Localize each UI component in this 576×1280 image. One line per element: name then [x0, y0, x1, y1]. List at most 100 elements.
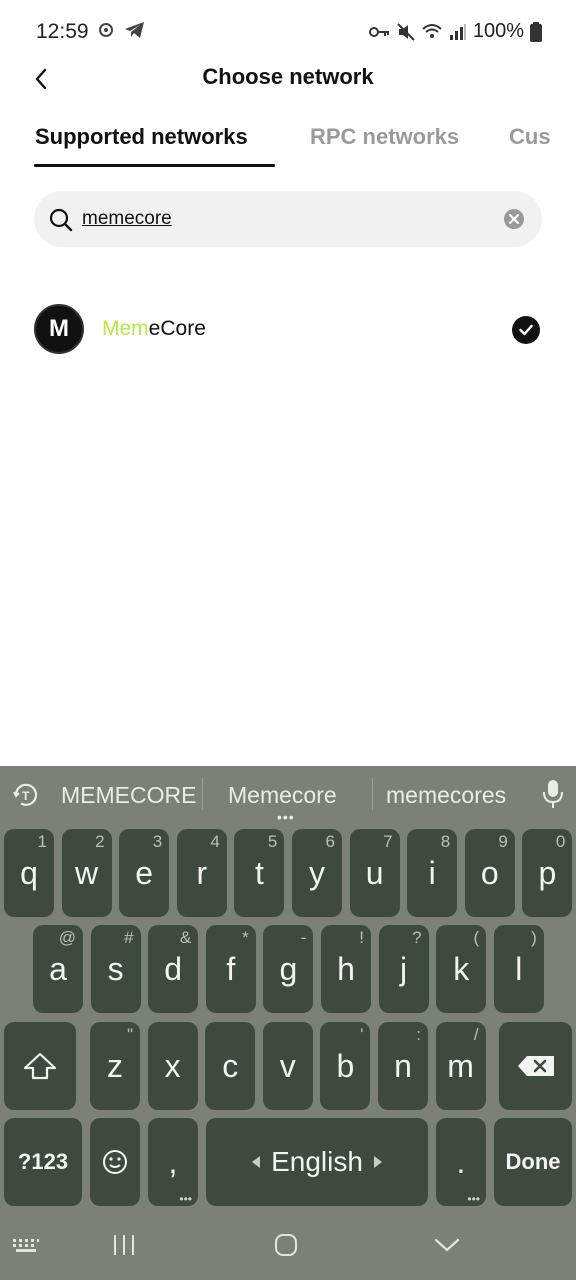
- key-x[interactable]: x: [147, 1022, 198, 1110]
- key-p[interactable]: p0: [522, 829, 573, 917]
- comma-key[interactable]: , •••: [148, 1118, 198, 1206]
- key-j[interactable]: j?: [378, 925, 429, 1013]
- key-hint: 1: [37, 832, 47, 851]
- battery-level: 100%: [472, 20, 524, 42]
- key-d[interactable]: d &: [148, 925, 199, 1013]
- key-label: y: [309, 854, 325, 891]
- suggestion-2[interactable]: Memecore: [228, 782, 337, 809]
- key-hint: 9: [498, 832, 508, 851]
- done-key[interactable]: Done: [494, 1118, 572, 1206]
- app-header: Choose network: [0, 56, 576, 102]
- key-n[interactable]: n:: [378, 1022, 428, 1110]
- key-h[interactable]: h!: [321, 925, 371, 1013]
- signal-icon: [449, 23, 467, 41]
- done-key-label: Done: [505, 1149, 561, 1174]
- key-c[interactable]: c: [205, 1022, 256, 1110]
- tab-custom-networks[interactable]: Cus: [509, 124, 551, 150]
- shift-icon: [23, 1052, 57, 1080]
- emoji-key[interactable]: [90, 1118, 140, 1206]
- recent-apps-button[interactable]: [112, 1234, 136, 1261]
- soft-keyboard: T MEMECORE Memecore memecores ••• ?123 ,…: [0, 766, 576, 1280]
- suggestion-1[interactable]: MEMECORE: [61, 782, 196, 809]
- clear-search-button[interactable]: [504, 209, 524, 229]
- key-label: e: [135, 854, 154, 891]
- tab-supported-networks[interactable]: Supported networks: [35, 124, 248, 150]
- key-hint: 5: [267, 832, 278, 851]
- key-z[interactable]: z ": [90, 1022, 140, 1110]
- vpn-key-icon: [368, 25, 391, 39]
- key-y[interactable]: y6: [292, 829, 342, 917]
- key-hint: &: [179, 928, 192, 947]
- symbols-key[interactable]: ?123: [4, 1118, 82, 1206]
- key-label: m: [447, 1047, 474, 1084]
- key-w[interactable]: w2: [61, 829, 112, 917]
- key-label: r: [196, 854, 208, 891]
- key-hint: ': [360, 1025, 364, 1044]
- key-label: s: [107, 950, 124, 987]
- key-u[interactable]: u7: [349, 829, 400, 917]
- key-q[interactable]: q1: [4, 829, 54, 917]
- shift-key[interactable]: [4, 1022, 76, 1110]
- key-hint: ": [126, 1025, 133, 1044]
- status-time: 12:59: [36, 20, 89, 43]
- backspace-key[interactable]: [499, 1022, 572, 1110]
- key-a[interactable]: a @: [33, 925, 83, 1013]
- key-k[interactable]: k(: [436, 925, 487, 1013]
- key-hint: 0: [555, 832, 566, 851]
- key-f[interactable]: f *: [205, 925, 256, 1013]
- tab-rpc-networks[interactable]: RPC networks: [310, 124, 459, 150]
- period-key[interactable]: . •••: [436, 1118, 486, 1206]
- key-l[interactable]: l): [493, 925, 544, 1013]
- keyboard-hide-icon[interactable]: [12, 1238, 40, 1259]
- search-icon: [48, 207, 74, 238]
- key-hint: @: [58, 928, 76, 947]
- more-chars-dots: •••: [179, 1192, 192, 1206]
- key-hint: (: [473, 928, 480, 947]
- key-m[interactable]: m /: [435, 1022, 486, 1110]
- key-i[interactable]: i8: [407, 829, 458, 917]
- key-hint: 2: [95, 832, 105, 851]
- key-label: h: [337, 950, 355, 987]
- suggestion-divider: [202, 778, 203, 810]
- chevron-down-icon[interactable]: [434, 1238, 460, 1257]
- key-label: f: [226, 950, 236, 987]
- key-s[interactable]: s #: [90, 925, 141, 1013]
- key-label: p: [538, 854, 557, 891]
- key-hint: /: [473, 1025, 479, 1044]
- telegram-icon: [124, 20, 146, 40]
- key-o[interactable]: o9: [464, 829, 515, 917]
- key-hint: *: [242, 928, 249, 947]
- network-name-rest: eCore: [148, 317, 206, 340]
- search-input[interactable]: [82, 205, 482, 233]
- key-label: k: [453, 950, 470, 987]
- network-list-item-memecore[interactable]: M MemeCore: [34, 304, 542, 356]
- suggestion-3[interactable]: memecores: [386, 782, 506, 809]
- space-key[interactable]: English: [206, 1118, 428, 1206]
- more-suggestions-icon[interactable]: •••: [277, 810, 295, 824]
- key-label: z: [107, 1047, 123, 1084]
- key-hint: 6: [325, 832, 335, 851]
- key-b[interactable]: b ': [320, 1022, 371, 1110]
- key-t[interactable]: t5: [234, 829, 285, 917]
- key-hint: ): [531, 928, 537, 947]
- key-g[interactable]: g-: [263, 925, 314, 1013]
- key-v[interactable]: v: [262, 1022, 313, 1110]
- key-e[interactable]: e3: [119, 829, 170, 917]
- period-key-label: .: [456, 1143, 466, 1180]
- home-button[interactable]: [274, 1233, 298, 1262]
- suggestion-strip: T MEMECORE Memecore memecores •••: [0, 766, 576, 824]
- key-label: t: [254, 854, 264, 891]
- suggestion-divider: [372, 778, 373, 810]
- network-name-match: Mem: [102, 317, 149, 340]
- key-label: v: [279, 1047, 296, 1084]
- microphone-icon[interactable]: [542, 779, 564, 814]
- translate-icon[interactable]: T: [12, 781, 40, 814]
- key-r[interactable]: r4: [176, 829, 227, 917]
- caret-left-icon: [252, 1156, 261, 1168]
- caret-right-icon: [373, 1156, 382, 1168]
- more-chars-dots: •••: [467, 1192, 480, 1206]
- key-label: w: [75, 854, 99, 891]
- key-label: o: [480, 854, 499, 891]
- key-hint: 3: [152, 832, 163, 851]
- key-hint: 8: [440, 832, 451, 851]
